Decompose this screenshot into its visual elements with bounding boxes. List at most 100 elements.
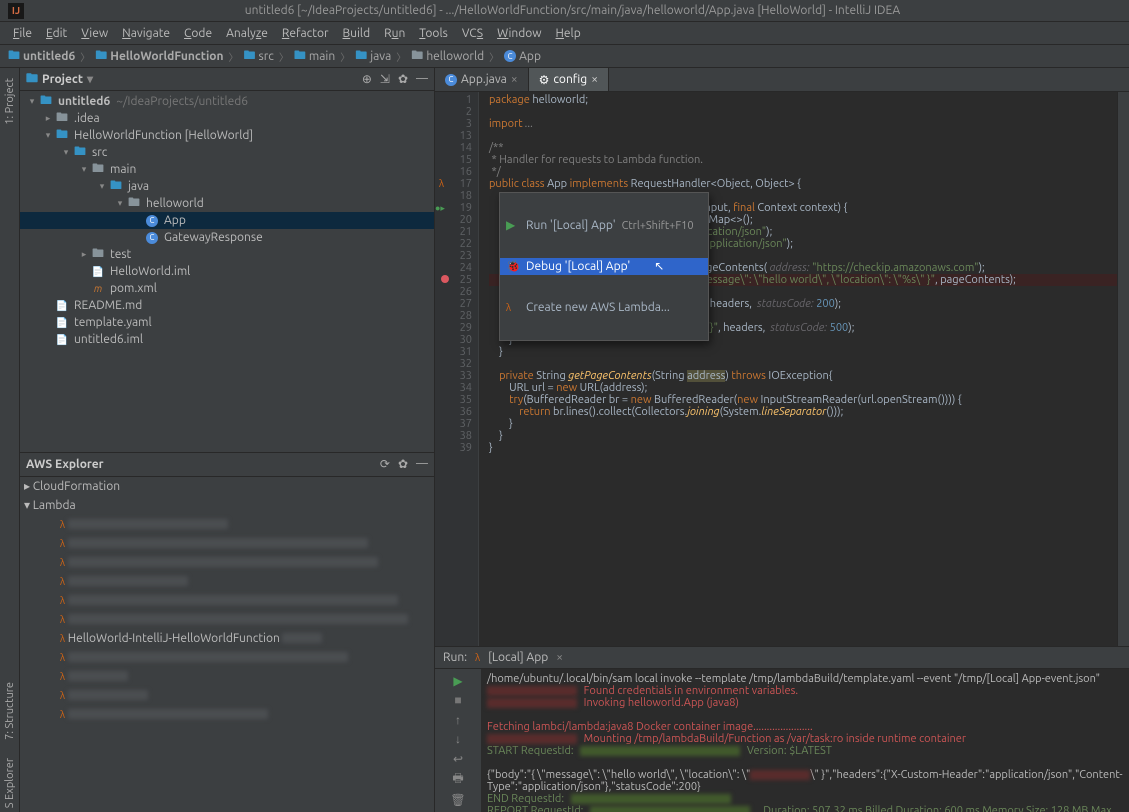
tree-item[interactable]: 📄template.yaml — [20, 314, 434, 331]
tree-item[interactable]: ▸test — [20, 246, 434, 263]
console-output[interactable]: /home/ubuntu/.local/bin/sam local invoke… — [481, 669, 1129, 812]
menu-analyze[interactable]: Analyze — [219, 25, 275, 42]
tree-label: helloworld — [146, 197, 204, 210]
aws-lambda-fn[interactable]: λ — [20, 648, 434, 667]
tree-item[interactable]: CGatewayResponse — [20, 229, 434, 246]
aws-lambda-fn-hw[interactable]: λ HelloWorld-IntelliJ-HelloWorldFunction — [20, 629, 434, 648]
aws-lambda-fn[interactable]: λ — [20, 515, 434, 534]
collapse-icon[interactable]: ⇲ — [380, 72, 390, 86]
stop-button[interactable]: ■ — [449, 693, 467, 709]
menu-help[interactable]: Help — [549, 25, 588, 42]
aws-lambda-fn[interactable]: λ — [20, 572, 434, 591]
context-menu: ▶Run '[Local] App'Ctrl+Shift+F10 🐞Debug … — [499, 192, 709, 341]
tree-item[interactable]: ▾java — [20, 178, 434, 195]
menu-refactor[interactable]: Refactor — [275, 25, 336, 42]
tree-root[interactable]: ▾untitled6 ~/IdeaProjects/untitled6 — [20, 93, 434, 110]
aws-lambda-fn[interactable]: λ — [20, 534, 434, 553]
aws-panel-header: AWS Explorer ⟳ ✿ — — [20, 453, 434, 477]
aws-lambda-fn[interactable]: λ — [20, 553, 434, 572]
breadcrumb-item[interactable]: main — [290, 46, 339, 67]
menu-window[interactable]: Window — [490, 25, 548, 42]
menu-edit[interactable]: Edit — [39, 25, 74, 42]
lambda-icon: λ — [475, 652, 480, 663]
tree-item[interactable]: ▾main — [20, 161, 434, 178]
project-tree[interactable]: ▾untitled6 ~/IdeaProjects/untitled6 ▸.id… — [20, 91, 434, 451]
aws-lambda-fn[interactable]: λ — [20, 667, 434, 686]
print-icon[interactable]: 🖶 — [449, 771, 467, 789]
tree-item[interactable]: mpom.xml — [20, 280, 434, 297]
ctx-run[interactable]: ▶Run '[Local] App'Ctrl+Shift+F10 — [500, 217, 708, 234]
toolwin-structure[interactable]: 7: Structure — [4, 678, 16, 744]
trash-icon[interactable]: 🗑 — [449, 793, 467, 809]
tab-config[interactable]: ⚙config× — [529, 68, 609, 91]
refresh-icon[interactable]: ⟳ — [380, 457, 390, 471]
editor-scrollbar[interactable] — [1117, 92, 1129, 646]
close-icon[interactable]: × — [591, 73, 598, 86]
tree-item[interactable]: ▾src — [20, 144, 434, 161]
rerun-button[interactable]: ▶ — [449, 673, 467, 689]
tree-item-app[interactable]: CApp — [20, 212, 434, 229]
breadcrumb-label: java — [370, 50, 391, 63]
breadcrumb-item[interactable]: src — [240, 46, 278, 67]
down-icon[interactable]: ↓ — [449, 732, 467, 748]
hide-icon[interactable]: — — [416, 457, 428, 471]
up-icon[interactable]: ↑ — [449, 712, 467, 728]
aws-lambda-fn[interactable]: λ — [20, 610, 434, 629]
aws-lambda-fn[interactable]: λ — [20, 686, 434, 705]
tree-item[interactable]: 📄untitled6.iml — [20, 331, 434, 348]
menu-code[interactable]: Code — [177, 25, 219, 42]
breadcrumb-bar: untitled6 HelloWorldFunction src main ja… — [0, 45, 1129, 68]
breadcrumb-label: App — [519, 50, 541, 63]
console-line: END RequestId: — [487, 793, 564, 805]
breadcrumb-item[interactable]: CApp — [500, 50, 545, 63]
toolwin-project[interactable]: 1: Project — [4, 74, 16, 129]
aws-label: Lambda — [33, 499, 76, 512]
close-icon[interactable]: × — [511, 73, 518, 86]
code-body[interactable]: package helloworld; import ... /** * Han… — [479, 92, 1117, 646]
aws-lambda-fn[interactable]: λ — [20, 591, 434, 610]
breadcrumb-item[interactable]: java — [351, 46, 395, 67]
menu-run[interactable]: Run — [377, 25, 412, 42]
menu-file[interactable]: File — [6, 25, 39, 42]
locate-icon[interactable]: ⊕ — [362, 72, 372, 86]
menu-tools[interactable]: Tools — [412, 25, 455, 42]
tree-label: HelloWorldFunction [HelloWorld] — [74, 129, 253, 142]
breadcrumb-item[interactable]: helloworld — [407, 46, 488, 67]
tree-label: untitled6.iml — [74, 333, 143, 346]
tree-item[interactable]: ▾helloworld — [20, 195, 434, 212]
menu-vcs[interactable]: VCS — [455, 25, 490, 42]
tree-item[interactable]: ▸.idea — [20, 110, 434, 127]
hide-icon[interactable]: — — [416, 72, 428, 86]
toolwin-explorer[interactable]: S Explorer — [4, 754, 16, 812]
gear-icon[interactable]: ✿ — [398, 72, 408, 86]
aws-lambda-fn[interactable]: λ — [20, 705, 434, 724]
aws-item-cf[interactable]: ▸ CloudFormation — [20, 477, 434, 496]
tree-label: main — [110, 163, 136, 176]
project-panel-header: Project ▾ ⊕ ⇲ ✿ — — [20, 68, 434, 91]
breadcrumb-item[interactable]: HelloWorldFunction — [91, 46, 227, 67]
aws-tree[interactable]: ▸ CloudFormation ▾ Lambda λ λ λ λ λ λ λ … — [20, 477, 434, 812]
tree-item[interactable]: 📄README.md — [20, 297, 434, 314]
tree-item[interactable]: 📄HelloWorld.iml — [20, 263, 434, 280]
aws-title: AWS Explorer — [26, 458, 104, 471]
tree-label: pom.xml — [110, 282, 157, 295]
menu-navigate[interactable]: Navigate — [115, 25, 177, 42]
menu-build[interactable]: Build — [336, 25, 378, 42]
ctx-create-lambda[interactable]: λCreate new AWS Lambda... — [500, 299, 708, 316]
tab-label: App.java — [461, 73, 507, 86]
wrap-icon[interactable]: ↩ — [449, 751, 467, 767]
console-line: Mounting /tmp/lambdaBuild/Function as /v… — [584, 733, 966, 745]
menu-view[interactable]: View — [74, 25, 115, 42]
aws-item-lambda[interactable]: ▾ Lambda — [20, 496, 434, 515]
breadcrumb-item[interactable]: untitled6 — [4, 46, 79, 67]
left-rail: 1: Project 7: Structure S Explorer — [0, 68, 20, 812]
tree-label: java — [128, 180, 149, 193]
editor[interactable]: 12313141516 17λ 18 19●▸ 2021222324 25 26… — [435, 92, 1129, 646]
ctx-label: Create new AWS Lambda... — [526, 302, 670, 314]
tab-app[interactable]: CApp.java× — [435, 68, 529, 91]
ctx-debug[interactable]: 🐞Debug '[Local] App'↖ — [500, 258, 708, 275]
gutter[interactable]: 12313141516 17λ 18 19●▸ 2021222324 25 26… — [435, 92, 479, 646]
gear-icon[interactable]: ✿ — [398, 457, 408, 471]
close-icon[interactable]: × — [556, 651, 563, 664]
breadcrumb-label: untitled6 — [23, 50, 75, 63]
